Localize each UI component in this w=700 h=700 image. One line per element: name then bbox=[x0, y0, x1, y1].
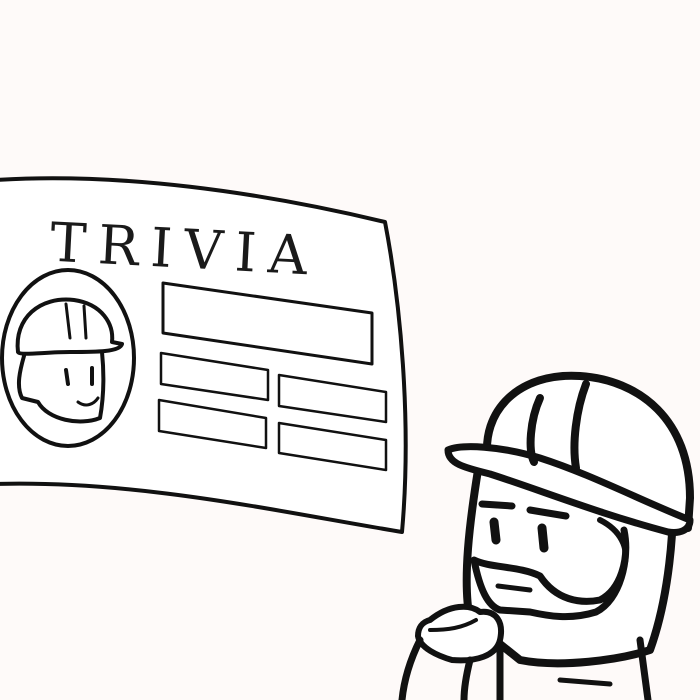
worker-hand bbox=[415, 603, 504, 664]
portrait-medallion bbox=[0, 268, 136, 448]
thinking-worker bbox=[398, 371, 694, 700]
trivia-banner: TRIVIA bbox=[0, 176, 408, 534]
comic-illustration: TRIVIA bbox=[0, 176, 694, 700]
comic-panel: TRIVIA bbox=[0, 0, 700, 700]
